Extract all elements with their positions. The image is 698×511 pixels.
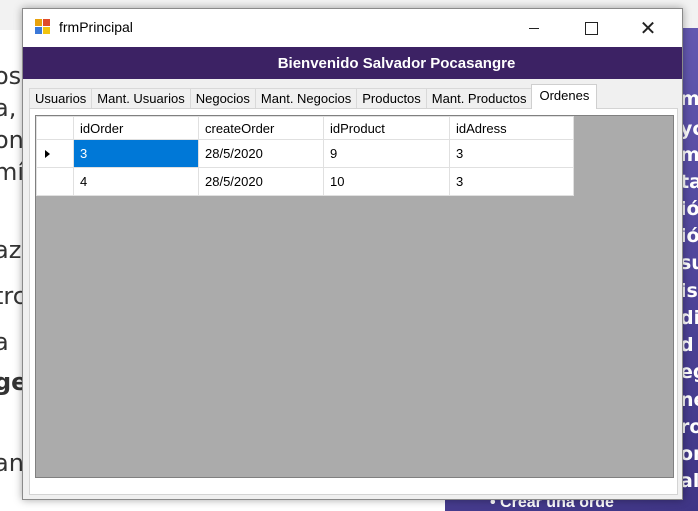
window-title: frmPrincipal	[59, 19, 133, 35]
welcome-header: Bienvenido Salvador Pocasangre	[23, 47, 682, 79]
ordenes-tab-panel: idOrder createOrder idProduct idAdress 3…	[29, 108, 678, 495]
cell-idproduct[interactable]: 10	[323, 167, 450, 196]
tab-mant-productos[interactable]: Mant. Productos	[425, 88, 533, 109]
column-header-idorder[interactable]: idOrder	[73, 116, 199, 140]
row-header[interactable]	[36, 139, 74, 168]
table-row[interactable]: 4 28/5/2020 10 3	[36, 167, 574, 196]
cell-idadress[interactable]: 3	[449, 139, 574, 168]
table-row[interactable]: 3 28/5/2020 9 3	[36, 139, 574, 168]
bg-left-fragment: a	[0, 328, 9, 356]
orders-table: idOrder createOrder idProduct idAdress 3…	[36, 116, 574, 196]
minimize-button[interactable]	[511, 9, 557, 47]
cell-idorder[interactable]: 4	[73, 167, 199, 196]
bg-left-fragment: os	[0, 62, 22, 90]
bg-left-fragment: on	[0, 126, 24, 154]
winforms-app-icon	[35, 19, 51, 35]
cell-createorder[interactable]: 28/5/2020	[198, 139, 324, 168]
tab-usuarios[interactable]: Usuarios	[29, 88, 93, 109]
column-header-createorder[interactable]: createOrder	[198, 116, 324, 140]
title-bar[interactable]: frmPrincipal ✕	[23, 9, 682, 47]
cell-createorder[interactable]: 28/5/2020	[198, 167, 324, 196]
tab-negocios[interactable]: Negocios	[189, 88, 256, 109]
row-header[interactable]	[36, 167, 74, 196]
column-header-idproduct[interactable]: idProduct	[323, 116, 450, 140]
current-row-arrow-icon	[45, 150, 50, 158]
main-window: frmPrincipal ✕ Bienvenido Salvador Pocas…	[22, 8, 683, 500]
maximize-button[interactable]	[568, 9, 614, 47]
tab-productos[interactable]: Productos	[356, 88, 427, 109]
tab-ordenes[interactable]: Ordenes	[531, 84, 598, 109]
cell-idadress[interactable]: 3	[449, 167, 574, 196]
maximize-icon	[584, 21, 598, 35]
tab-mant-negocios[interactable]: Mant. Negocios	[254, 88, 358, 109]
close-icon: ✕	[639, 17, 657, 40]
welcome-label: Bienvenido Salvador Pocasangre	[277, 54, 516, 72]
header-row: idOrder createOrder idProduct idAdress	[36, 116, 574, 140]
cell-idorder[interactable]: 3	[73, 139, 199, 168]
cell-idproduct[interactable]: 9	[323, 139, 450, 168]
tab-mant-usuarios[interactable]: Mant. Usuarios	[91, 88, 191, 109]
row-header-corner[interactable]	[36, 116, 74, 140]
minimize-icon	[529, 27, 539, 29]
column-header-idadress[interactable]: idAdress	[449, 116, 574, 140]
bg-left-fragment: az	[0, 236, 22, 264]
tab-strip: Usuarios Mant. Usuarios Negocios Mant. N…	[29, 84, 598, 109]
orders-datagrid[interactable]: idOrder createOrder idProduct idAdress 3…	[35, 115, 674, 478]
bg-left-fragment: an	[0, 449, 24, 477]
bg-left-fragment: a,	[0, 94, 17, 122]
close-button[interactable]: ✕	[625, 9, 671, 47]
